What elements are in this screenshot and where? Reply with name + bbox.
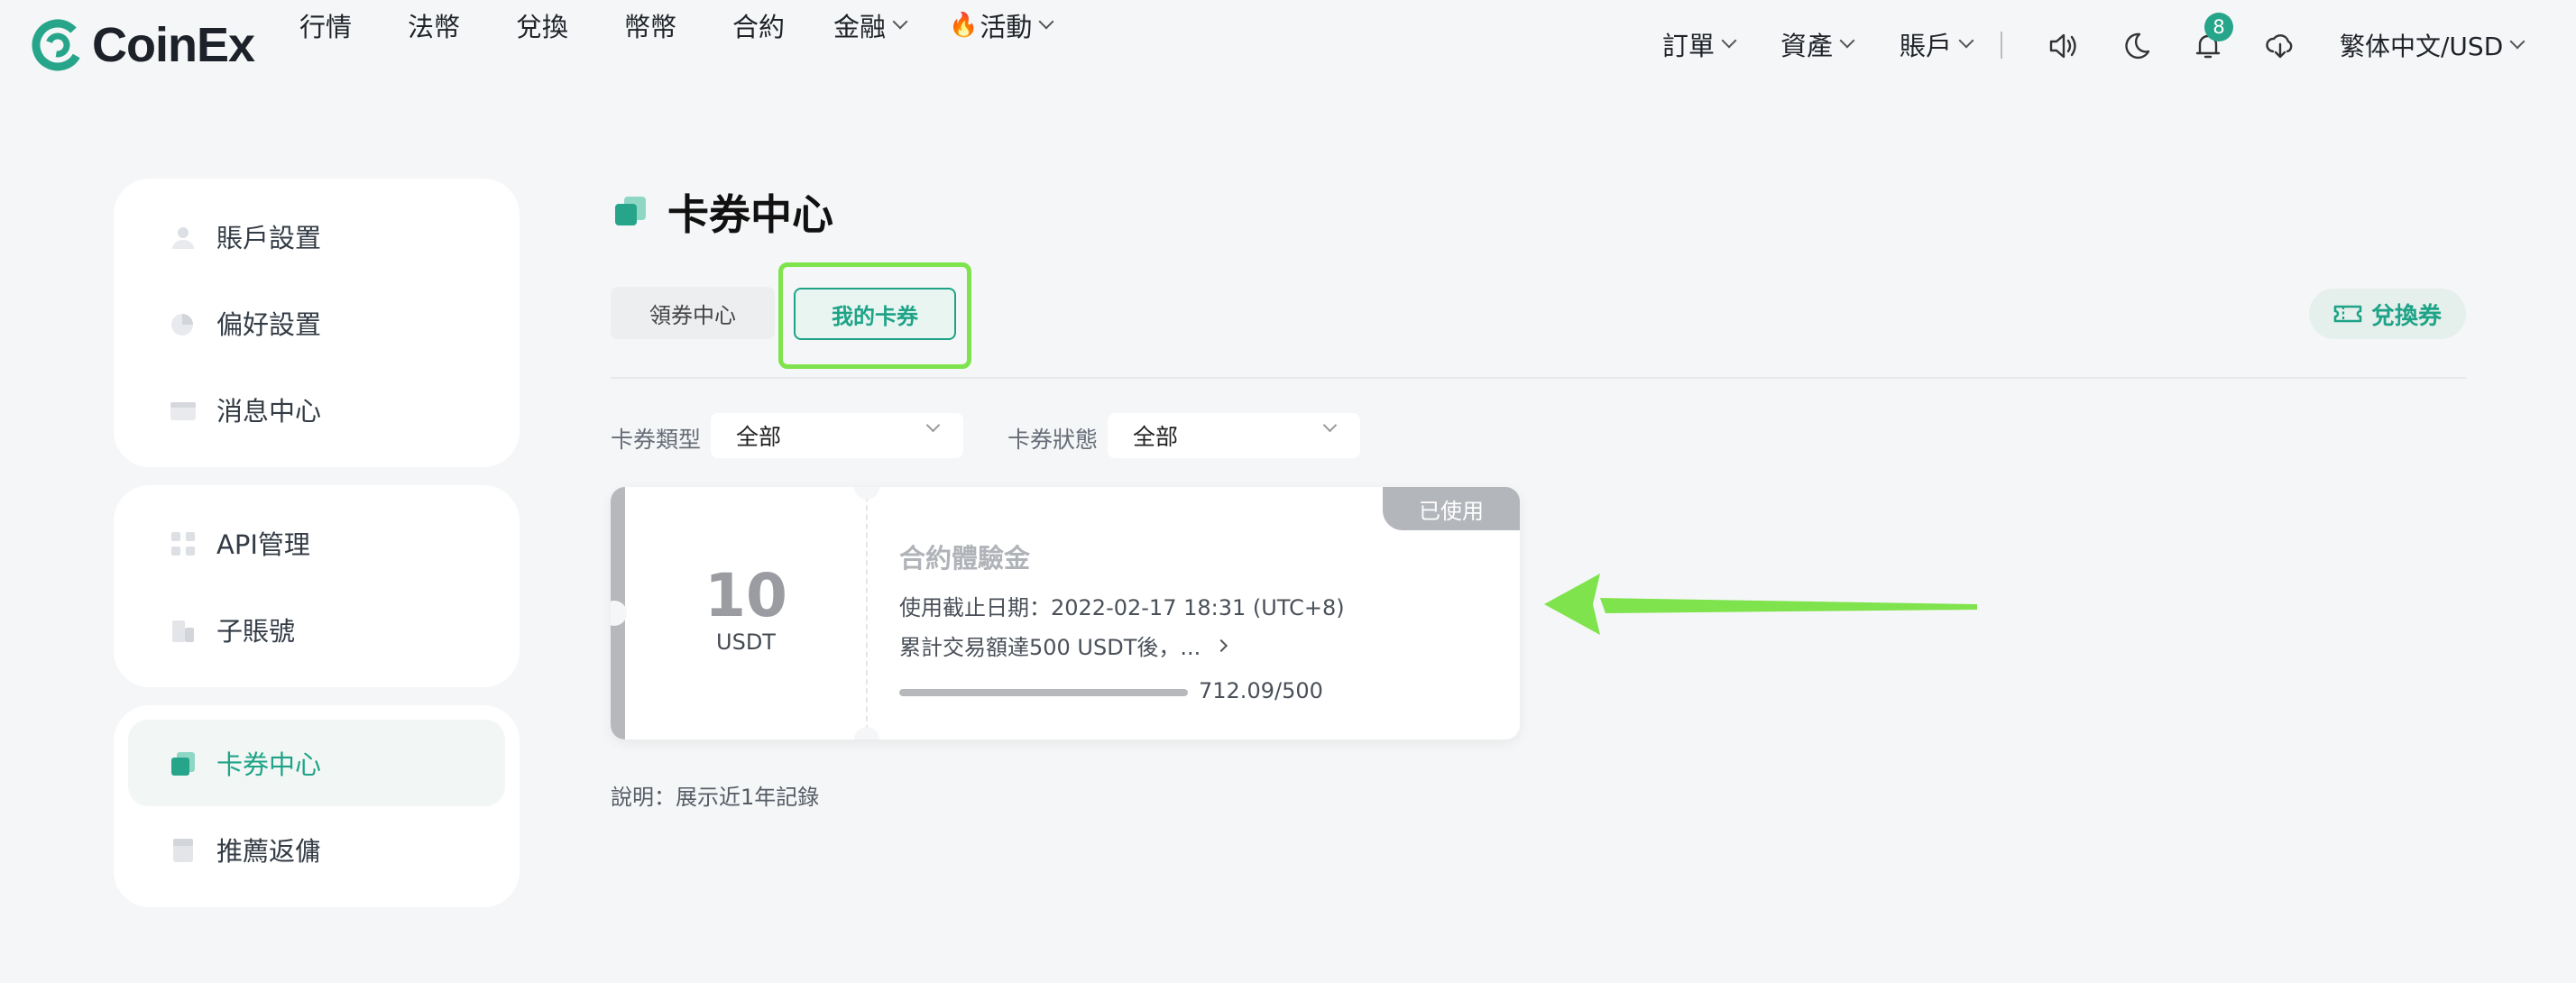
coupon-status-value: 全部 bbox=[1133, 424, 1179, 450]
moon-icon[interactable] bbox=[2120, 30, 2152, 62]
nav-orders-label: 訂單 bbox=[1662, 31, 1716, 61]
sidebar-group-account: 賬戶設置 偏好設置 消息中心 bbox=[114, 179, 520, 467]
coupon-type-label: 卡券類型 bbox=[611, 427, 702, 453]
subaccount-icon bbox=[172, 620, 194, 642]
sidebar-item-preferences[interactable]: 偏好設置 bbox=[128, 280, 505, 366]
chevron-down-icon bbox=[1038, 14, 1054, 30]
chevron-down-icon bbox=[892, 14, 908, 30]
nav-swap-label: 兌換 bbox=[516, 12, 569, 42]
chevron-down-icon bbox=[925, 418, 941, 433]
sidebar-item-subaccount[interactable]: 子賬號 bbox=[128, 586, 505, 673]
coupon-condition[interactable]: 累計交易額達500 USDT後，... bbox=[899, 629, 1228, 661]
nav-market-label: 行情 bbox=[299, 12, 353, 42]
chevron-down-icon bbox=[1839, 32, 1855, 49]
api-icon bbox=[171, 532, 195, 556]
user-icon bbox=[172, 227, 194, 249]
nav-finance[interactable]: 金融 bbox=[833, 6, 908, 44]
sidebar-item-api[interactable]: API管理 bbox=[128, 500, 505, 586]
chevron-down-icon bbox=[2509, 33, 2525, 50]
fire-icon: 🔥 bbox=[949, 12, 979, 39]
progress-bar-fill bbox=[899, 689, 1188, 696]
sound-icon[interactable] bbox=[2047, 30, 2080, 62]
progress-bar bbox=[899, 689, 1188, 696]
download-app-icon[interactable] bbox=[2264, 30, 2296, 62]
redeem-coupon-label: 兌換券 bbox=[2370, 302, 2442, 330]
nav-spot[interactable]: 幣幣 bbox=[624, 6, 676, 44]
coupon-condition-text: 累計交易額達500 USDT後，... bbox=[899, 635, 1201, 660]
sidebar-item-label: 偏好設置 bbox=[216, 309, 322, 340]
language-selector[interactable]: 繁体中文/USD bbox=[2340, 27, 2525, 63]
sidebar-item-label: 子賬號 bbox=[216, 616, 296, 647]
top-nav: CoinEx 行情 法幣 兌換 幣幣 合約 金融 🔥 活動 訂單 資產 賬戶 8… bbox=[0, 0, 2576, 94]
nav-market[interactable]: 行情 bbox=[299, 6, 352, 44]
status-badge: 已使用 bbox=[1383, 487, 1520, 530]
sidebar-item-label: 消息中心 bbox=[216, 396, 322, 427]
coinex-logo[interactable]: CoinEx bbox=[31, 18, 255, 72]
coupon-expiry: 使用截止日期：2022-02-17 18:31 (UTC+8) bbox=[899, 595, 1345, 620]
nav-spot-label: 幣幣 bbox=[624, 12, 677, 42]
progress-text: 712.09/500 bbox=[1199, 678, 1323, 703]
records-note: 說明：展示近1年記錄 bbox=[611, 785, 820, 810]
coupon-card[interactable]: 10 USDT 已使用 合約體驗金 使用截止日期：2022-02-17 18:3… bbox=[611, 487, 1520, 740]
nav-assets-label: 資產 bbox=[1780, 31, 1834, 61]
coupon-unit: USDT bbox=[716, 629, 776, 655]
preference-icon bbox=[171, 314, 193, 335]
nav-activity-label: 活動 bbox=[980, 12, 1033, 42]
coupon-name: 合約體驗金 bbox=[899, 543, 1031, 574]
message-icon bbox=[170, 402, 196, 420]
nav-activity[interactable]: 🔥 活動 bbox=[949, 6, 1054, 44]
sidebar-item-label: 推薦返傭 bbox=[216, 836, 322, 867]
coinex-logo-icon bbox=[32, 19, 84, 71]
highlight-box bbox=[778, 262, 971, 369]
sidebar-item-label: 卡券中心 bbox=[216, 749, 322, 780]
coupon-status-select[interactable]: 全部 bbox=[1108, 413, 1360, 458]
ticket-icon bbox=[2333, 305, 2362, 323]
nav-account[interactable]: 賬戶 bbox=[1900, 25, 1974, 63]
sidebar-item-label: API管理 bbox=[216, 529, 310, 560]
nav-account-label: 賬戶 bbox=[1900, 31, 1953, 61]
nav-divider bbox=[2001, 32, 2002, 59]
nav-fiat[interactable]: 法幣 bbox=[408, 6, 460, 44]
tabs-divider bbox=[611, 377, 2466, 379]
sidebar-item-account-settings[interactable]: 賬戶設置 bbox=[128, 193, 505, 280]
nav-assets[interactable]: 資產 bbox=[1780, 25, 1855, 63]
sidebar-item-referral[interactable]: 推薦返傭 bbox=[128, 806, 505, 893]
coupon-status-label: 卡券狀態 bbox=[1007, 427, 1099, 453]
logo-text: CoinEx bbox=[92, 18, 255, 72]
notification-badge: 8 bbox=[2204, 13, 2233, 41]
chevron-down-icon bbox=[1721, 32, 1737, 49]
redeem-coupon-button[interactable]: 兌換券 bbox=[2309, 289, 2466, 339]
sidebar-group-developer: API管理 子賬號 bbox=[114, 485, 520, 687]
chevron-right-icon bbox=[1215, 638, 1228, 652]
language-label: 繁体中文/USD bbox=[2340, 32, 2504, 61]
coupon-type-value: 全部 bbox=[736, 424, 782, 450]
nav-orders[interactable]: 訂單 bbox=[1662, 25, 1737, 63]
sidebar-item-label: 賬戶設置 bbox=[216, 223, 322, 253]
chevron-down-icon bbox=[1322, 418, 1338, 433]
coupon-center-icon bbox=[615, 197, 646, 225]
coupon-icon bbox=[171, 752, 195, 776]
sidebar-item-message-center[interactable]: 消息中心 bbox=[128, 366, 505, 453]
coupon-notch bbox=[854, 727, 879, 740]
coupon-type-select[interactable]: 全部 bbox=[711, 413, 963, 458]
coupon-amount: 10 bbox=[704, 561, 787, 630]
nav-swap[interactable]: 兌換 bbox=[516, 6, 568, 44]
sidebar-group-rewards: 卡券中心 推薦返傭 bbox=[114, 705, 520, 907]
coupon-notch bbox=[854, 487, 879, 500]
chevron-down-icon bbox=[1958, 32, 1974, 49]
referral-icon bbox=[173, 839, 193, 862]
nav-futures[interactable]: 合約 bbox=[732, 6, 785, 44]
annotation-arrow bbox=[1544, 574, 1977, 635]
nav-finance-label: 金融 bbox=[833, 12, 887, 42]
page: CoinEx 行情 法幣 兌換 幣幣 合約 金融 🔥 活動 訂單 資產 賬戶 8… bbox=[0, 0, 2576, 983]
page-title: 卡券中心 bbox=[667, 190, 833, 239]
sidebar-item-coupon-center[interactable]: 卡券中心 bbox=[128, 720, 505, 806]
tab-claim-center[interactable]: 領券中心 bbox=[611, 287, 775, 339]
nav-fiat-label: 法幣 bbox=[408, 12, 461, 42]
nav-futures-label: 合約 bbox=[732, 12, 786, 42]
